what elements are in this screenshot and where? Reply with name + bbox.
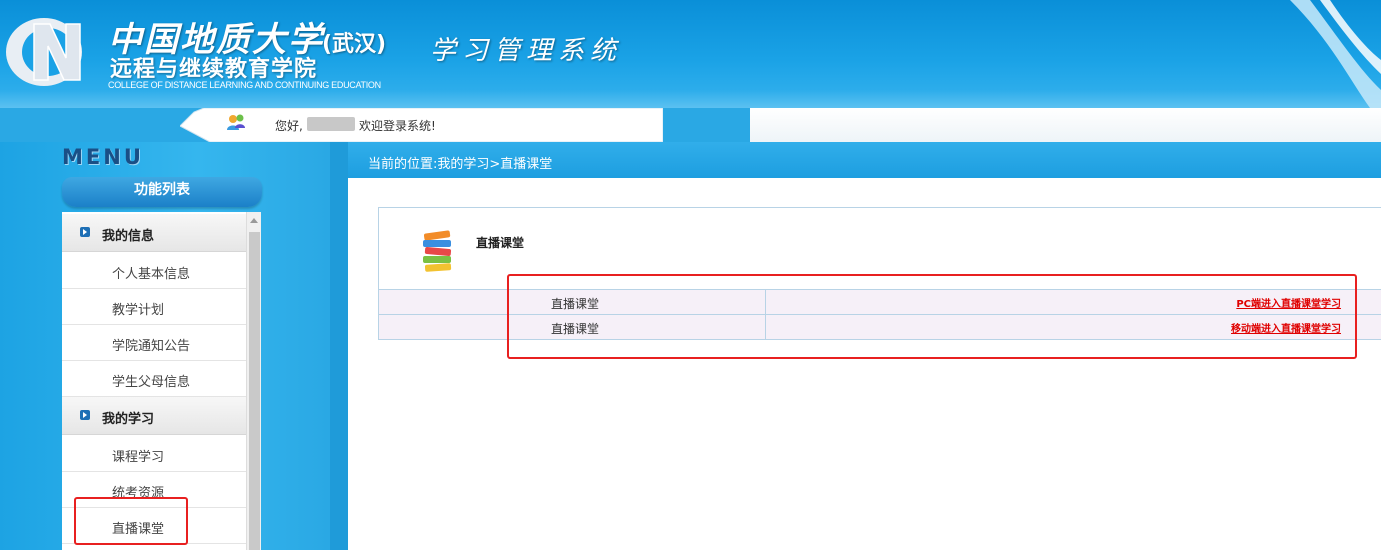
sidebar-section-my-study[interactable]: 我的学习 — [62, 397, 246, 435]
university-branch: (武汉) — [322, 32, 387, 57]
sidebar-section-label: 我的学习 — [102, 412, 155, 427]
arrow-bullet-icon — [80, 410, 90, 420]
header-stripe — [0, 90, 1381, 108]
annotation-highlight-menu-item — [74, 497, 188, 545]
header-banner: 中国地质大学 (武汉) 远程与继续教育学院 COLLEGE OF DISTANC… — [0, 0, 1381, 108]
college-name-cn: 远程与继续教育学院 — [110, 57, 318, 82]
greeting-hello-text: 您好, — [275, 119, 303, 133]
greeting-gap — [663, 118, 750, 142]
breadcrumb: 当前的位置:我的学习>直播课堂 — [368, 157, 553, 172]
cug-logo-icon — [6, 18, 82, 86]
sidebar-item-label: 学生父母信息 — [112, 375, 191, 390]
books-icon — [423, 230, 452, 272]
sidebar-item-label: 个人基本信息 — [112, 267, 191, 282]
arrow-bullet-icon — [80, 227, 90, 237]
sidebar-item-label: 课程学习 — [112, 450, 165, 465]
sidebar-item-teaching-plan[interactable]: 教学计划 — [62, 289, 246, 325]
function-list-header: 功能列表 — [62, 177, 262, 207]
scrollbar-thumb[interactable] — [249, 232, 260, 550]
main-divider — [330, 142, 348, 550]
greeting-bar-right — [750, 108, 1381, 142]
sidebar-item-course-study[interactable]: 课程学习 — [62, 436, 246, 472]
annotation-highlight-links — [507, 274, 1357, 359]
sidebar-item-label: 教学计划 — [112, 303, 165, 318]
decorative-swoosh — [1290, 0, 1381, 108]
sidebar-scrollbar[interactable] — [246, 212, 261, 550]
sidebar-item-label: 学院通知公告 — [112, 339, 191, 354]
menu-title: MENU — [62, 145, 144, 169]
greeting-welcome-text: 欢迎登录系统! — [359, 119, 436, 133]
users-icon — [227, 114, 245, 130]
sidebar-item-personal-info[interactable]: 个人基本信息 — [62, 253, 246, 289]
username-redacted — [307, 117, 355, 131]
sidebar-item-notices[interactable]: 学院通知公告 — [62, 325, 246, 361]
panel-title: 直播课堂 — [476, 236, 525, 250]
scroll-up-arrow-icon[interactable] — [250, 218, 258, 223]
college-name-en: COLLEGE OF DISTANCE LEARNING AND CONTINU… — [108, 80, 381, 90]
system-title: 学习管理系统 — [430, 36, 623, 66]
sidebar-item-parents-info[interactable]: 学生父母信息 — [62, 361, 246, 397]
sidebar-section-label: 我的信息 — [102, 229, 155, 244]
sidebar-section-my-info[interactable]: 我的信息 — [62, 214, 246, 252]
